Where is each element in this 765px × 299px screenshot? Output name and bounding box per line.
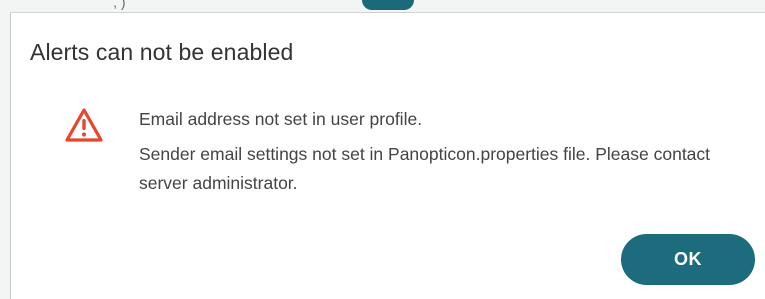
alert-dialog: Alerts can not be enabled Email address … [10,12,765,299]
background-text-fragment: ʼ, ) [110,0,126,10]
message-sender-settings-not-set: Sender email settings not set in Panopti… [139,144,711,193]
dialog-title: Alerts can not be enabled [30,39,294,65]
dialog-messages: Email address not set in user profile. S… [139,105,739,204]
background-app-fragment: ʼ, ) [110,0,150,10]
background-toggle [362,0,414,10]
ok-button[interactable]: OK [621,234,755,285]
message-email-not-set: Email address not set in user profile. [139,109,423,129]
app-canvas: ʼ, ) Alerts can not be enabled Email add… [0,0,765,299]
warning-triangle-icon [64,107,104,143]
